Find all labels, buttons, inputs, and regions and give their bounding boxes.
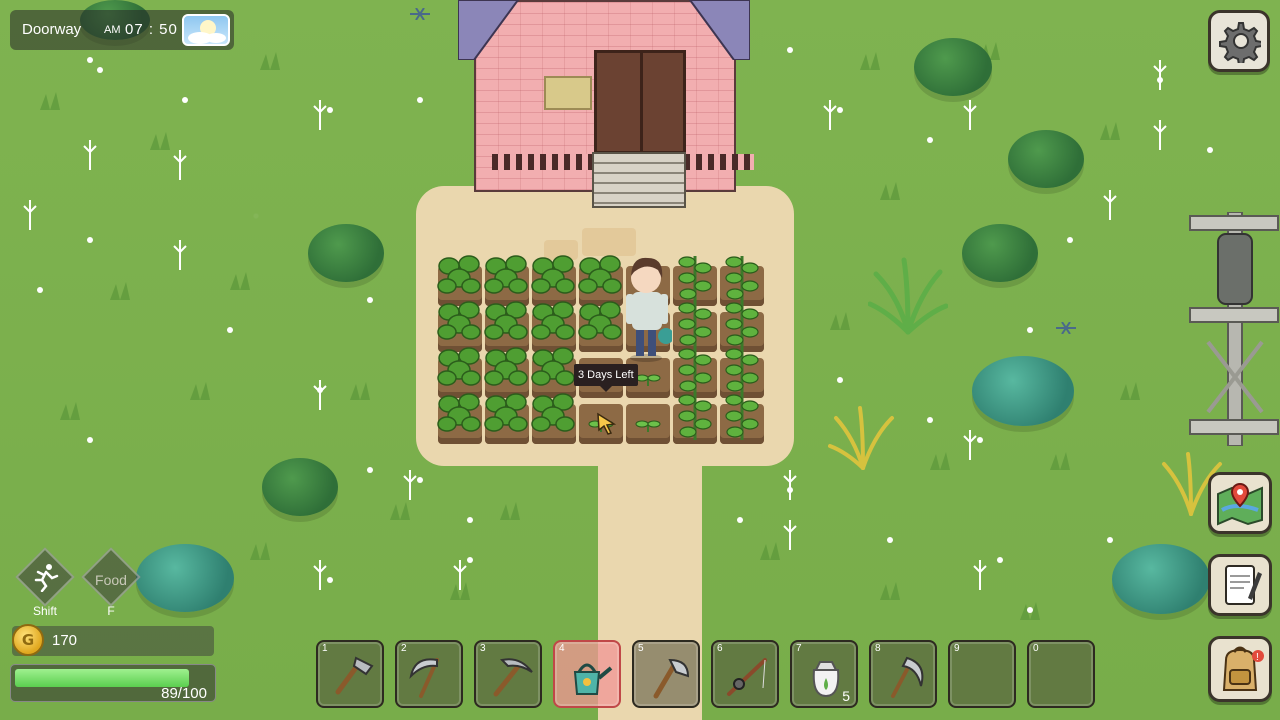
coin-icon: G (12, 624, 44, 656)
run-action[interactable]: Shift (15, 547, 75, 622)
bean-plant (484, 393, 528, 432)
running-man-icon (34, 564, 59, 592)
food-label: Food (95, 572, 127, 588)
run-key-label: Shift (32, 604, 57, 618)
hotbar-slot-9[interactable]: 9 (948, 640, 1016, 708)
hotbar-slot-3[interactable]: 3 (474, 640, 542, 708)
fishing-rod-icon (727, 658, 767, 696)
tool-hotbar: 12345675890 (316, 640, 1102, 710)
teal-bush (1112, 544, 1210, 614)
teal-bush (972, 356, 1074, 426)
utility-pole (1189, 212, 1279, 446)
bush (262, 458, 338, 516)
bean-plant (437, 393, 481, 432)
slot-number: 4 (559, 643, 565, 654)
slot-number: 9 (954, 643, 960, 654)
sunny-cloud-icon (182, 14, 230, 46)
hotbar-slot-8[interactable]: 8 (869, 640, 937, 708)
hotbar-slot-5[interactable]: 5 (632, 640, 700, 708)
money-panel: G 170 (12, 624, 214, 656)
dry-grass (828, 406, 894, 470)
game-world[interactable]: 3 Days Left (0, 0, 1280, 720)
time-panel: Doorway AM 07 : 50 (10, 10, 234, 50)
food-key-label: F (107, 604, 115, 618)
stamina-text: 89/100 (161, 685, 207, 702)
ampm-label: AM (104, 24, 121, 36)
hoe-icon (335, 656, 374, 695)
hotbar-slot-6[interactable]: 6 (711, 640, 779, 708)
slot-number: 5 (638, 643, 644, 654)
bush (308, 224, 384, 282)
hotbar-slot-2[interactable]: 2 (395, 640, 463, 708)
sprout (635, 420, 661, 432)
watering-can-icon (573, 663, 613, 695)
house-window (544, 76, 592, 110)
bush (962, 224, 1038, 282)
vine-crop (725, 394, 759, 440)
hotbar-slot-1[interactable]: 1 (316, 640, 384, 708)
crop-growth-tooltip: 3 Days Left (574, 364, 638, 392)
settings-gear-icon[interactable] (1208, 10, 1270, 72)
farmhouse[interactable] (458, 0, 754, 208)
teal-bush (136, 544, 234, 612)
hotbar-slot-4[interactable]: 4 (553, 640, 621, 708)
location-label: Doorway (22, 21, 82, 38)
bush (914, 38, 992, 96)
slot-number: 8 (875, 643, 881, 654)
pickaxe-icon (493, 658, 533, 697)
tall-grass (868, 257, 948, 335)
slot-number: 6 (717, 643, 723, 654)
house-door[interactable] (594, 50, 686, 154)
hotbar-slot-7[interactable]: 75 (790, 640, 858, 708)
journal-icon[interactable] (1208, 554, 1272, 616)
map-icon[interactable] (1208, 472, 1272, 534)
hotbar-slot-0[interactable]: 0 (1027, 640, 1095, 708)
dragonfly-icon (1056, 322, 1076, 334)
slot-count: 5 (842, 688, 850, 704)
dragonfly-icon (410, 8, 430, 20)
scythe-icon (409, 658, 439, 698)
slot-number: 7 (796, 643, 802, 654)
money-amount: 170 (52, 632, 78, 649)
vine-crop (678, 394, 712, 440)
food-action[interactable]: Food F (81, 547, 141, 622)
slot-number: 1 (322, 643, 328, 654)
svg-text:!: ! (1256, 652, 1259, 663)
bush (1008, 130, 1084, 188)
slot-number: 0 (1033, 643, 1039, 654)
backpack-icon[interactable]: ! (1208, 636, 1272, 702)
axe-icon (653, 658, 690, 699)
cursor-icon (597, 412, 617, 435)
clock-time: 07 : 50 (125, 21, 178, 38)
slot-number: 3 (480, 643, 486, 654)
stamina-bar: 89/100 (10, 664, 216, 702)
slot-number: 2 (401, 643, 407, 654)
house-steps (592, 152, 686, 208)
player-character (626, 257, 672, 362)
bean-plant (531, 393, 575, 432)
sickle-icon (891, 656, 924, 698)
